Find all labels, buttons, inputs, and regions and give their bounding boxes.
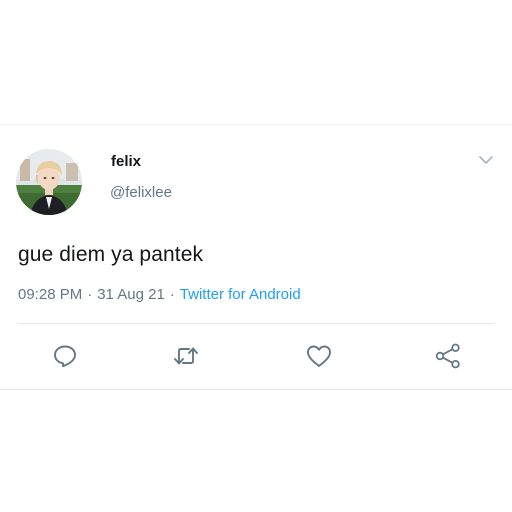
- retweet-button[interactable]: [171, 341, 201, 371]
- avatar[interactable]: [16, 149, 82, 215]
- meta-separator: ·: [169, 286, 175, 303]
- divider: [18, 323, 494, 324]
- avatar-photo: [16, 149, 82, 215]
- like-icon: [307, 345, 331, 367]
- share-button[interactable]: [433, 341, 463, 371]
- display-name[interactable]: felix: [111, 153, 141, 170]
- retweet-icon: [174, 347, 198, 365]
- reply-button[interactable]: [50, 341, 80, 371]
- share-icon: [435, 343, 460, 369]
- meta-separator: ·: [87, 286, 93, 303]
- tweet-card: felix @felixlee gue diem ya pantek 09:28…: [0, 124, 512, 390]
- chevron-down-icon[interactable]: [478, 153, 494, 165]
- like-button[interactable]: [304, 341, 334, 371]
- username[interactable]: @felixlee: [110, 184, 172, 201]
- tweet-time: 09:28 PM: [18, 286, 83, 303]
- tweet-date[interactable]: 31 Aug 21: [97, 286, 165, 303]
- tweet-source-link[interactable]: Twitter for Android: [180, 286, 301, 303]
- tweet-text: gue diem ya pantek: [18, 243, 204, 266]
- tweet-meta: 09:28 PM · 31 Aug 21 · Twitter for Android: [18, 286, 301, 303]
- reply-icon: [54, 345, 76, 368]
